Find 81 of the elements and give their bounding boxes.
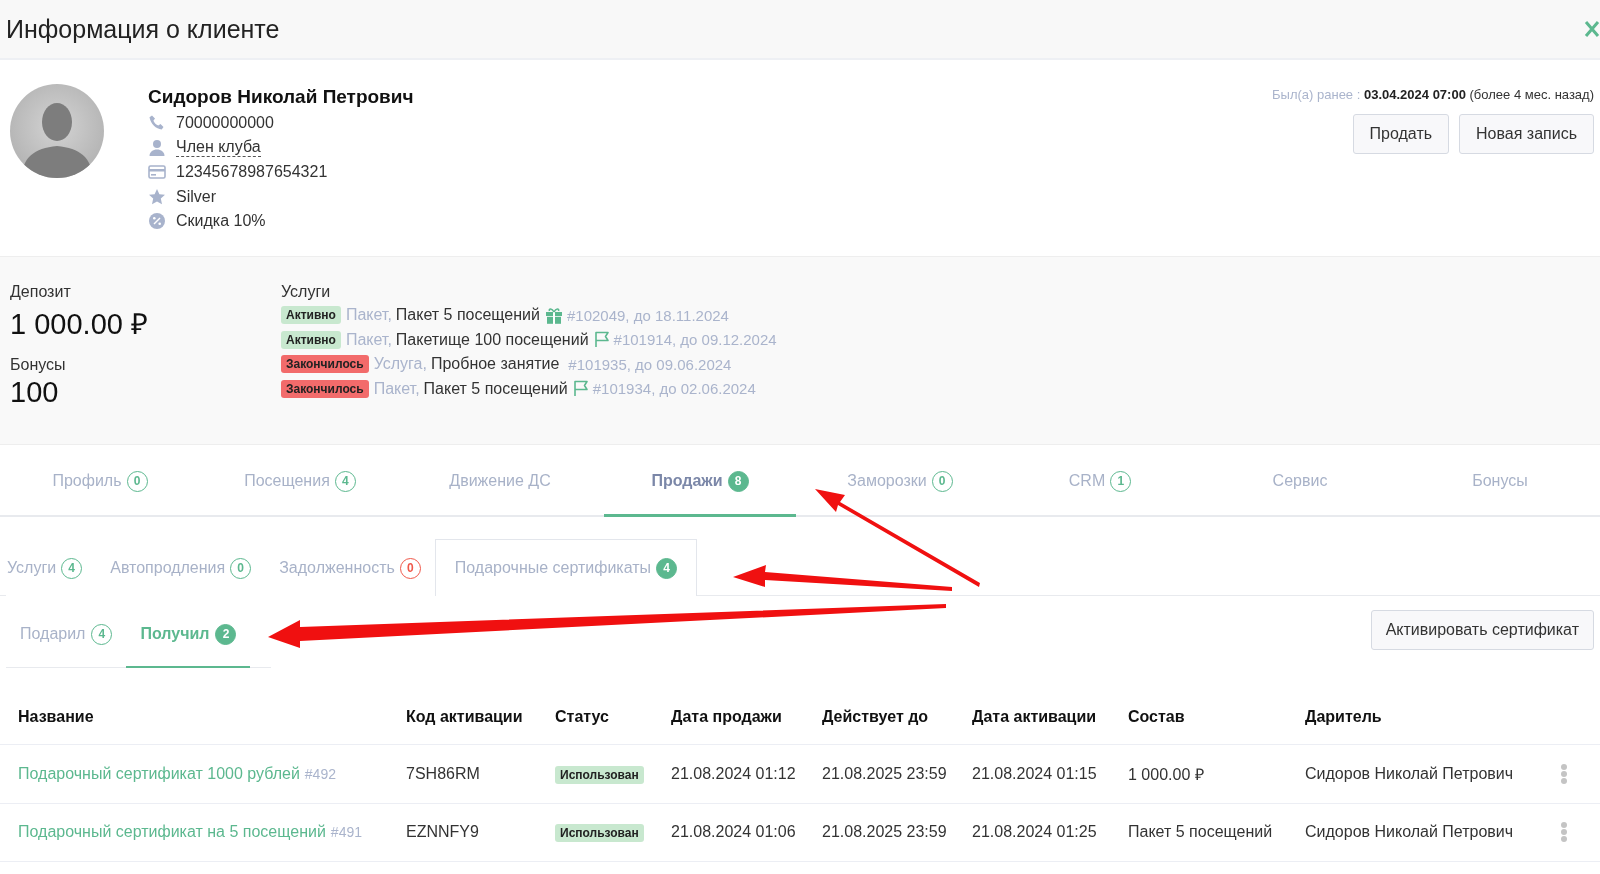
client-detail: 12345678987654321 [176, 163, 328, 182]
service-ref: #102049, до 18.11.2024 [566, 306, 729, 324]
last-visit: Был(а) ранее : 03.04.2024 07:00 (более 4 мес. назад) [1272, 87, 1594, 102]
column-header: Код активации [406, 708, 524, 726]
column-header: Дата активации [972, 708, 1098, 726]
status-badge: Использован [555, 765, 644, 784]
more-menu-icon[interactable] [1560, 762, 1568, 785]
star-icon [148, 187, 166, 206]
service-name: Пакет 5 посещений [395, 306, 540, 325]
table-cell-text: 21.08.2024 01:25 [972, 823, 1098, 842]
client-detail[interactable]: Член клуба [176, 138, 261, 158]
service-type: Пакет, [345, 330, 392, 349]
tab[interactable]: Бонусы [1404, 445, 1596, 517]
status-badge: Закончилось [281, 379, 369, 398]
client-detail: 70000000000 [176, 114, 274, 133]
service-type: Пакет, [373, 379, 420, 398]
table-cell-text: 21.08.2025 23:59 [822, 764, 948, 783]
status-badge: Активно [281, 306, 341, 325]
service-ref: #101914, до 09.12.2024 [613, 331, 777, 349]
action-button[interactable]: Новая запись [1459, 114, 1594, 154]
action-button[interactable]: Продать [1352, 114, 1450, 154]
service-name: Пакет 5 посещений [423, 379, 568, 398]
client-detail: Скидка 10% [176, 212, 266, 231]
service-type: Услуга, [373, 355, 427, 374]
count-badge: 2 [215, 623, 237, 645]
status-badge: Использован [555, 824, 644, 843]
deposit-value: 1 000.00 ₽ [10, 307, 149, 342]
table-cell-text: 21.08.2024 01:12 [671, 764, 797, 783]
flag-icon [593, 331, 610, 349]
client-detail: Silver [176, 187, 216, 206]
filter-tab[interactable]: Получил 2 [126, 602, 251, 668]
services-title: Услуги [281, 283, 332, 301]
column-header: Действует до [822, 708, 930, 726]
service-type: Пакет, [345, 306, 392, 325]
activate-certificate-button[interactable]: Активировать сертификат [1370, 610, 1594, 650]
gift-icon [544, 306, 563, 324]
table-cell-text: 21.08.2024 01:15 [972, 764, 1098, 783]
column-header: Статус [555, 708, 610, 726]
table-cell-text: 21.08.2025 23:59 [822, 823, 948, 842]
column-header: Дата продажи [671, 708, 783, 726]
bonus-value: 100 [10, 376, 60, 409]
table-cell-text: EZNNFY9 [406, 823, 480, 842]
tab[interactable]: Движение ДС [404, 445, 596, 517]
certificate-link[interactable]: Подарочный сертификат на 5 посещений [18, 823, 326, 842]
status-badge: Закончилось [281, 355, 369, 374]
service-name: Пробное занятие [430, 355, 560, 374]
service-ref: #101935, до 09.06.2024 [568, 355, 732, 373]
service-ref: #101934, до 02.06.2024 [592, 380, 756, 398]
card-icon [148, 163, 166, 182]
table-cell-text: 1 000.00 ₽ [1128, 764, 1205, 785]
column-header: Название [18, 708, 95, 726]
tab[interactable]: Профиль 0 [4, 445, 196, 517]
count-badge: 8 [727, 470, 749, 492]
table-cell-text: Сидоров Николай Петрович [1305, 823, 1515, 842]
table-cell-text: Пакет 5 посещений [1128, 823, 1274, 842]
certificate-ref: #492 [304, 765, 336, 782]
status-badge: Активно [281, 330, 341, 349]
column-header: Даритель [1305, 708, 1383, 726]
count-badge: 4 [656, 557, 678, 579]
filter-tab[interactable]: Подарил 4 [6, 602, 127, 668]
discount-badge-icon [148, 212, 166, 231]
client-name: Сидоров Николай Петрович [148, 86, 415, 108]
deposit-label: Депозит [10, 283, 72, 301]
tab[interactable]: Продажи 8 [604, 445, 796, 517]
column-header: Состав [1128, 708, 1186, 726]
tab[interactable]: CRM 1 [1004, 445, 1196, 517]
close-button[interactable] [1584, 20, 1600, 38]
table-cell-text: Сидоров Николай Петрович [1305, 764, 1515, 783]
person-icon [148, 138, 166, 157]
table-cell-text: 21.08.2024 01:06 [671, 823, 797, 842]
more-menu-icon[interactable] [1560, 821, 1568, 844]
certificate-ref: #491 [330, 824, 362, 841]
certificate-link[interactable]: Подарочный сертификат 1000 рублей [18, 764, 300, 783]
flag-icon [572, 380, 589, 398]
table-cell-text: 7SH86RM [406, 764, 481, 783]
tab[interactable]: Сервис [1204, 445, 1396, 517]
service-name: Пакетище 100 посещений [395, 330, 589, 349]
window-title: Информация о клиенте [6, 14, 280, 44]
subtab[interactable]: Подарочные сертификаты 4 [434, 539, 698, 596]
tab[interactable]: Посещения 4 [204, 445, 396, 517]
bonus-label: Бонусы [10, 356, 67, 374]
